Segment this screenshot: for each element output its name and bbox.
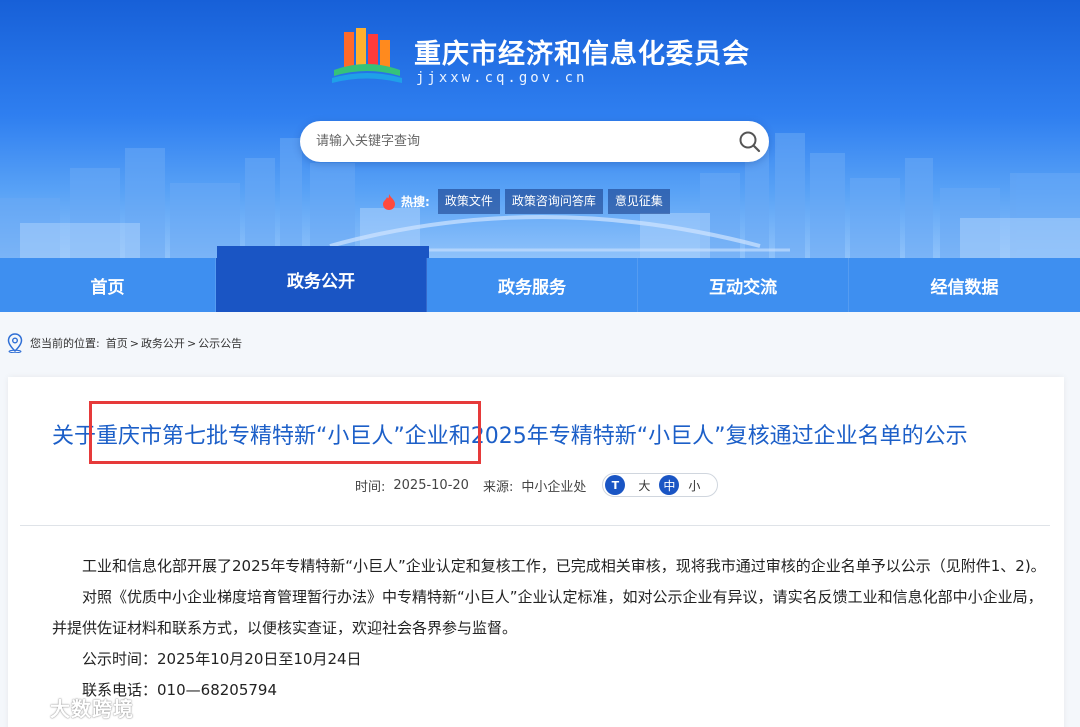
nav-item-label: 经信数据: [930, 277, 999, 298]
source-value: 中小企业处: [521, 479, 587, 495]
time-label: 时间:: [355, 479, 386, 495]
hot-tag-policy-docs[interactable]: 政策文件: [437, 189, 500, 214]
breadcrumb-home[interactable]: 首页: [106, 335, 128, 351]
search-bar: [300, 121, 769, 162]
nav-item-home[interactable]: 首页: [0, 258, 216, 312]
breadcrumb-prefix: 您当前的位置:: [30, 337, 100, 350]
font-size-small-button[interactable]: 小: [683, 475, 705, 495]
logo-emblem-icon: [332, 28, 402, 83]
divider: [20, 525, 1050, 526]
watermark-logo-icon: [7, 696, 45, 718]
article-paragraph: 工业和信息化部开展了2025年专精特新“小巨人”企业认定和复核工作，已完成相关审…: [52, 551, 1052, 582]
font-size-icon: T: [605, 475, 626, 495]
breadcrumb: 您当前的位置: 首页 > 政务公开 > 公示公告: [6, 333, 242, 353]
watermark: 大数跨境: [6, 690, 134, 724]
font-size-medium-button[interactable]: 中: [659, 475, 680, 495]
nav-item-label: 首页: [90, 277, 125, 298]
main-nav: 首页 政务公开 政务服务 互动交流 经信数据: [0, 258, 1080, 312]
publish-date: 2025-10-20: [393, 477, 469, 493]
hot-search: 热搜: 政策文件 政策咨询问答库 意见征集: [381, 189, 675, 214]
search-icon[interactable]: [738, 130, 762, 154]
article-paragraph: 对照《优质中小企业梯度培育管理暂行办法》中专精特新“小巨人”企业认定标准，如对公…: [52, 582, 1052, 644]
nav-item-economic-data[interactable]: 经信数据: [849, 258, 1080, 312]
highlight-annotation-box: [89, 401, 481, 464]
paragraph-text: 对照《优质中小企业梯度培育管理暂行办法》中专精特新“小巨人”企业认定标准，如对公…: [52, 588, 1043, 637]
site-title: 重庆市经济和信息化委员会: [414, 39, 750, 70]
nav-active-tab-top: [217, 246, 429, 258]
breadcrumb-separator: >: [186, 336, 197, 350]
hot-search-label: 热搜:: [401, 195, 430, 209]
article-paragraph: 联系电话：010—68205794: [52, 675, 1052, 706]
nav-item-label: 互动交流: [709, 277, 778, 298]
site-logo[interactable]: 重庆市经济和信息化委员会 jjxxw.cq.gov.cn: [330, 28, 750, 90]
nav-item-label: 政务公开: [287, 271, 356, 292]
location-pin-icon: [7, 333, 23, 353]
article-paragraph: 公示时间：2025年10月20日至10月24日: [52, 644, 1052, 675]
search-input[interactable]: [316, 121, 726, 162]
breadcrumb-announcements[interactable]: 公示公告: [198, 335, 242, 351]
font-size-switcher: T 大 中 小: [602, 473, 719, 497]
nav-item-government-services[interactable]: 政务服务: [427, 258, 639, 312]
watermark-text: 大数跨境: [50, 696, 134, 721]
flame-icon: [383, 193, 395, 210]
nav-item-government-affairs[interactable]: 政务公开: [216, 258, 428, 312]
nav-item-label: 政务服务: [498, 277, 567, 298]
hot-tag-opinion-collection[interactable]: 意见征集: [607, 189, 670, 214]
font-size-large-button[interactable]: 大: [633, 475, 655, 495]
paragraph-text: 公示时间：2025年10月20日至10月24日: [82, 650, 362, 668]
site-domain: jjxxw.cq.gov.cn: [416, 70, 588, 86]
nav-item-interaction[interactable]: 互动交流: [638, 258, 850, 312]
breadcrumb-separator: >: [129, 336, 139, 350]
hot-tag-policy-qa[interactable]: 政策咨询问答库: [504, 189, 603, 214]
paragraph-text: 工业和信息化部开展了2025年专精特新“小巨人”企业认定和复核工作，已完成相关审…: [82, 557, 1046, 575]
breadcrumb-government-affairs[interactable]: 政务公开: [141, 335, 185, 351]
source-label: 来源:: [482, 479, 514, 495]
article-body: 工业和信息化部开展了2025年专精特新“小巨人”企业认定和复核工作，已完成相关审…: [52, 551, 1052, 706]
article-meta: 时间: 2025-10-20 来源: 中小企业处 T 大 中 小: [355, 473, 719, 497]
